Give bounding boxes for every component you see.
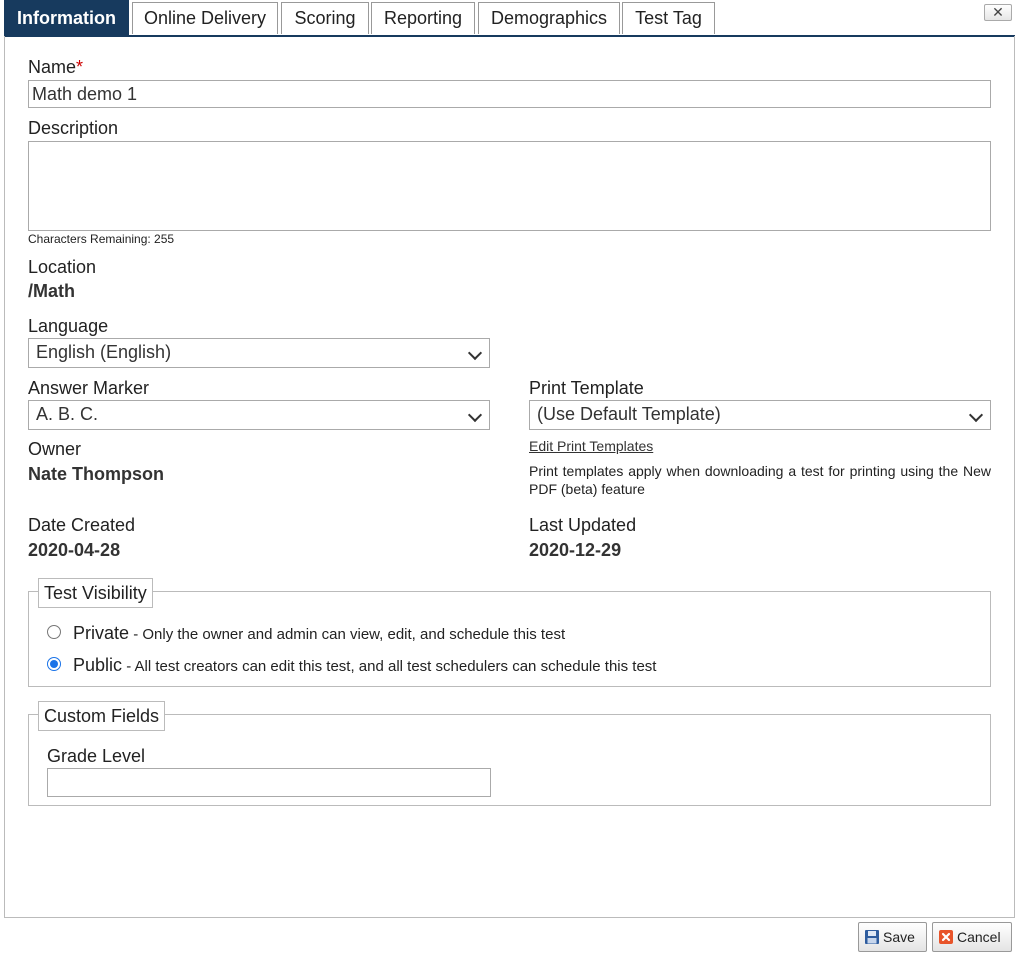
tab-reporting[interactable]: Reporting: [371, 2, 475, 34]
private-option-label[interactable]: Private - Only the owner and admin can v…: [73, 623, 565, 644]
edit-print-templates-link[interactable]: Edit Print Templates: [529, 438, 653, 454]
chevron-down-icon: [467, 407, 483, 423]
save-button-label: Save: [883, 929, 915, 945]
language-select[interactable]: English (English): [28, 338, 490, 368]
grade-level-label: Grade Level: [47, 746, 146, 766]
date-created-label: Date Created: [28, 515, 136, 535]
floppy-disk-icon: [865, 930, 879, 944]
owner-value: Nate Thompson: [28, 464, 165, 484]
custom-fields-legend: Custom Fields: [38, 701, 166, 731]
cancel-button[interactable]: Cancel: [932, 922, 1012, 952]
print-template-label: Print Template: [529, 378, 644, 398]
cancel-button-label: Cancel: [957, 929, 1001, 945]
owner-label: Owner: [28, 439, 82, 459]
language-select-value: English (English): [36, 342, 172, 362]
required-marker: *: [76, 57, 84, 77]
characters-remaining: Characters Remaining: 255: [28, 232, 175, 246]
answer-marker-select[interactable]: A. B. C.: [28, 400, 490, 430]
description-label: Description: [28, 118, 119, 138]
close-button[interactable]: ✕: [984, 4, 1012, 21]
last-updated-label: Last Updated: [529, 515, 637, 535]
tab-test-tag[interactable]: Test Tag: [622, 2, 715, 34]
last-updated-value: 2020-12-29: [529, 540, 622, 560]
print-template-note: Print templates apply when downloading a…: [529, 463, 991, 497]
description-textarea[interactable]: [28, 141, 991, 231]
answer-marker-select-value: A. B. C.: [36, 404, 99, 424]
chevron-down-icon: [467, 345, 483, 361]
location-value: /Math: [28, 281, 75, 301]
name-label: Name*: [28, 57, 84, 77]
name-input[interactable]: [28, 80, 991, 108]
tab-online-delivery[interactable]: Online Delivery: [132, 2, 278, 34]
date-created-value: 2020-04-28: [28, 540, 121, 560]
tab-scoring[interactable]: Scoring: [281, 2, 369, 34]
grade-level-input[interactable]: [47, 768, 491, 797]
chevron-down-icon: [968, 407, 984, 423]
print-template-select[interactable]: (Use Default Template): [529, 400, 991, 430]
private-radio[interactable]: [47, 625, 61, 639]
tab-information[interactable]: Information: [4, 0, 129, 36]
public-radio[interactable]: [47, 657, 61, 671]
close-icon: ✕: [992, 4, 1004, 20]
tab-demographics[interactable]: Demographics: [478, 2, 620, 34]
test-visibility-legend: Test Visibility: [38, 578, 153, 608]
language-label: Language: [28, 316, 109, 336]
answer-marker-label: Answer Marker: [28, 378, 150, 398]
print-template-select-value: (Use Default Template): [537, 404, 721, 424]
public-option-label[interactable]: Public - All test creators can edit this…: [73, 655, 656, 676]
x-cancel-icon: [939, 930, 953, 944]
location-label: Location: [28, 257, 97, 277]
save-button[interactable]: Save: [858, 922, 927, 952]
